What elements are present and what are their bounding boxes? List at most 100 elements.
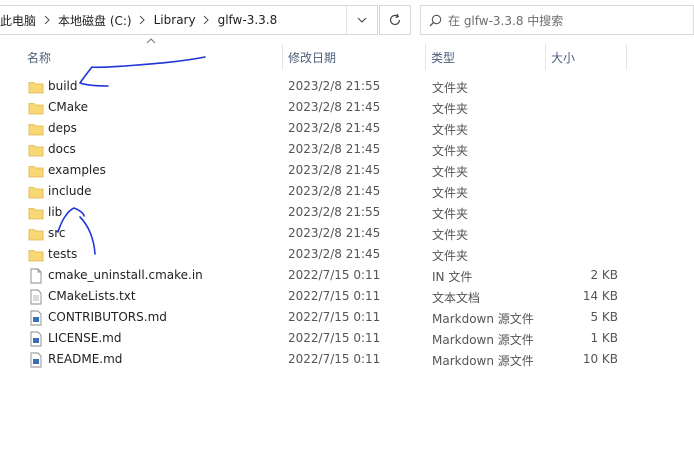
folder-icon xyxy=(28,79,44,95)
file-size: 1 KB xyxy=(590,331,618,345)
file-row[interactable]: README.md 2022/7/15 0:11 Markdown 源文件 10 KB xyxy=(0,349,694,370)
address-bar[interactable]: 此电脑 本地磁盘 (C:) Library glfw-3.3.8 xyxy=(0,5,378,35)
file-type: Markdown 源文件 xyxy=(432,354,534,368)
file-size: 2 KB xyxy=(590,268,618,282)
file-date: 2022/7/15 0:11 xyxy=(288,331,381,345)
file-row[interactable]: LICENSE.md 2022/7/15 0:11 Markdown 源文件 1 KB xyxy=(0,328,694,349)
refresh-icon xyxy=(389,13,401,26)
file-type: IN 文件 xyxy=(432,270,473,284)
file-date: 2023/2/8 21:45 xyxy=(288,247,381,261)
file-date: 2022/7/15 0:11 xyxy=(288,310,381,324)
file-type: 文件夹 xyxy=(432,228,469,242)
column-header-type[interactable]: 类型 xyxy=(426,44,545,70)
file-name[interactable]: CONTRIBUTORS.md xyxy=(48,310,167,324)
folder-icon xyxy=(28,205,44,221)
file-name[interactable]: build xyxy=(48,79,78,93)
file-name[interactable]: LICENSE.md xyxy=(48,331,121,345)
file-type: 文件夹 xyxy=(432,123,469,137)
file-type: 文件夹 xyxy=(432,165,469,179)
file-date: 2023/2/8 21:45 xyxy=(288,184,381,198)
column-divider[interactable] xyxy=(626,44,627,70)
file-name[interactable]: cmake_uninstall.cmake.in xyxy=(48,268,203,282)
file-row[interactable]: include 2023/2/8 21:45 文件夹 xyxy=(0,181,694,202)
breadcrumb-local-disk[interactable]: 本地磁盘 (C:) xyxy=(58,12,132,29)
file-type: 文本文档 xyxy=(432,291,481,305)
breadcrumb-this-pc[interactable]: 此电脑 xyxy=(0,12,36,29)
file-name[interactable]: docs xyxy=(48,142,76,156)
file-date: 2022/7/15 0:11 xyxy=(288,268,381,282)
file-size: 5 KB xyxy=(590,310,618,324)
file-name[interactable]: CMakeLists.txt xyxy=(48,289,136,303)
column-header-name[interactable]: 名称 xyxy=(22,44,282,70)
folder-icon xyxy=(28,184,44,200)
file-date: 2023/2/8 21:45 xyxy=(288,142,381,156)
column-header-date-label: 修改日期 xyxy=(288,50,337,65)
file-name[interactable]: examples xyxy=(48,163,106,177)
file-row[interactable]: docs 2023/2/8 21:45 文件夹 xyxy=(0,139,694,160)
file-date: 2022/7/15 0:11 xyxy=(288,352,381,366)
file-type: Markdown 源文件 xyxy=(432,333,534,347)
file-icon xyxy=(28,268,44,284)
file-row[interactable]: cmake_uninstall.cmake.in 2022/7/15 0:11 IN… xyxy=(0,265,694,286)
file-row[interactable]: deps 2023/2/8 21:45 文件夹 xyxy=(0,118,694,139)
address-history-button[interactable] xyxy=(346,6,377,34)
chevron-down-icon xyxy=(357,17,367,23)
folder-icon xyxy=(28,163,44,179)
search-input[interactable]: 在 glfw-3.3.8 中搜索 xyxy=(420,5,694,35)
file-name[interactable]: README.md xyxy=(48,352,122,366)
column-header-size-label: 大小 xyxy=(551,50,576,65)
file-list: build 2023/2/8 21:55 文件夹 CMake 2023/2/8 21:4… xyxy=(0,76,694,370)
file-date: 2022/7/15 0:11 xyxy=(288,289,381,303)
file-type: 文件夹 xyxy=(432,186,469,200)
breadcrumb-glfw[interactable]: glfw-3.3.8 xyxy=(218,13,278,27)
file-type: 文件夹 xyxy=(432,207,469,221)
file-name[interactable]: lib xyxy=(48,205,62,219)
file-name[interactable]: src xyxy=(48,226,66,240)
navigation-bar: 此电脑 本地磁盘 (C:) Library glfw-3.3.8 在 glfw-… xyxy=(0,0,694,40)
file-row[interactable]: CONTRIBUTORS.md 2022/7/15 0:11 Markdown 源文… xyxy=(0,307,694,328)
file-date: 2023/2/8 21:45 xyxy=(288,226,381,240)
file-row[interactable]: tests 2023/2/8 21:45 文件夹 xyxy=(0,244,694,265)
folder-icon xyxy=(28,226,44,242)
file-row[interactable]: src 2023/2/8 21:45 文件夹 xyxy=(0,223,694,244)
chevron-right-icon[interactable] xyxy=(132,15,154,25)
column-header-date[interactable]: 修改日期 xyxy=(283,44,425,70)
file-type: 文件夹 xyxy=(432,144,469,158)
file-size: 14 KB xyxy=(582,289,618,303)
text-file-icon xyxy=(28,289,44,305)
folder-icon xyxy=(28,142,44,158)
file-row[interactable]: examples 2023/2/8 21:45 文件夹 xyxy=(0,160,694,181)
chevron-right-icon[interactable] xyxy=(36,15,58,25)
file-date: 2023/2/8 21:55 xyxy=(288,79,381,93)
file-type: Markdown 源文件 xyxy=(432,312,534,326)
markdown-file-icon xyxy=(28,352,44,368)
file-name[interactable]: deps xyxy=(48,121,77,135)
file-row[interactable]: build 2023/2/8 21:55 文件夹 xyxy=(0,76,694,97)
markdown-file-icon xyxy=(28,310,44,326)
file-name[interactable]: tests xyxy=(48,247,77,261)
file-size: 10 KB xyxy=(582,352,618,366)
file-type: 文件夹 xyxy=(432,249,469,263)
search-placeholder: 在 glfw-3.3.8 中搜索 xyxy=(448,13,564,28)
folder-icon xyxy=(28,100,44,116)
file-date: 2023/2/8 21:55 xyxy=(288,205,381,219)
search-icon xyxy=(429,14,442,26)
folder-icon xyxy=(28,121,44,137)
file-row[interactable]: CMakeLists.txt 2022/7/15 0:11 文本文档 14 KB xyxy=(0,286,694,307)
file-row[interactable]: CMake 2023/2/8 21:45 文件夹 xyxy=(0,97,694,118)
markdown-file-icon xyxy=(28,331,44,347)
column-header-name-label: 名称 xyxy=(27,50,52,65)
file-type: 文件夹 xyxy=(432,102,469,116)
file-date: 2023/2/8 21:45 xyxy=(288,121,381,135)
file-row[interactable]: lib 2023/2/8 21:55 文件夹 xyxy=(0,202,694,223)
file-date: 2023/2/8 21:45 xyxy=(288,100,381,114)
file-name[interactable]: include xyxy=(48,184,91,198)
refresh-button[interactable] xyxy=(379,5,411,35)
breadcrumb-library[interactable]: Library xyxy=(154,13,196,27)
file-name[interactable]: CMake xyxy=(48,100,88,114)
column-header-type-label: 类型 xyxy=(431,50,456,65)
folder-icon xyxy=(28,247,44,263)
column-header-size[interactable]: 大小 xyxy=(546,44,626,70)
file-type: 文件夹 xyxy=(432,81,469,95)
chevron-right-icon[interactable] xyxy=(196,15,218,25)
